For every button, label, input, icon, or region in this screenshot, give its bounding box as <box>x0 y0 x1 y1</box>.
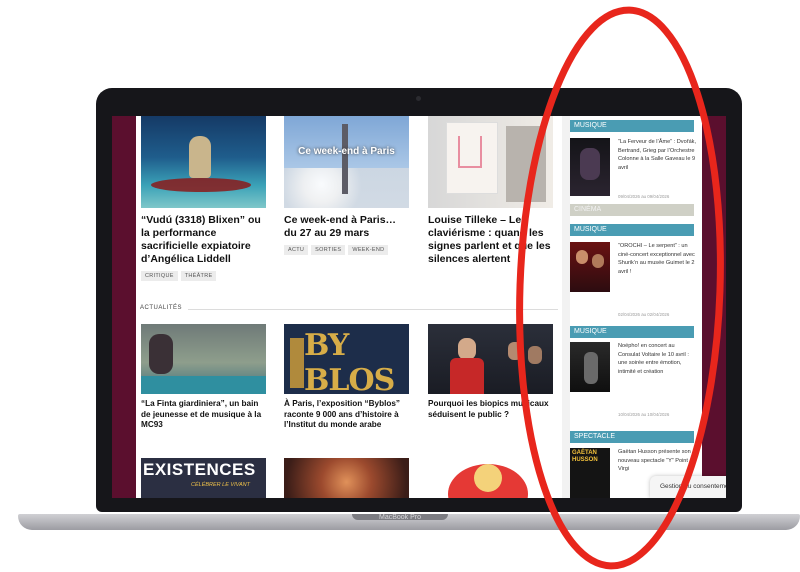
article-card[interactable] <box>428 458 553 498</box>
article-card[interactable] <box>284 458 409 498</box>
main-content: “Vudú (3318) Blixen” ou la performance s… <box>136 116 562 498</box>
article-card[interactable]: Louise Tilleke – Le claviérisme : quand … <box>428 116 553 266</box>
tag-label[interactable]: CRITIQUE <box>141 271 178 281</box>
agenda-title[interactable]: “La Ferveur de l’Âme” : Dvořák, Bertrand… <box>618 138 698 172</box>
tag-label[interactable]: ACTU <box>284 245 309 255</box>
thumbnail-caption: Ce week-end à Paris <box>298 146 395 157</box>
article-card[interactable]: BY BLOS À Paris, l’exposition “Byblos” r… <box>284 324 409 431</box>
agenda-thumbnail[interactable] <box>570 242 610 292</box>
thumbnail-caption: EXISTENCES <box>143 460 256 479</box>
agenda-title[interactable]: “OROCHI – Le serpent” : un ciné-concert … <box>618 242 698 276</box>
category-header[interactable]: CINÉMA <box>570 204 694 216</box>
tag-label[interactable]: WEEK-END <box>348 245 389 255</box>
agenda-date: 02/04/2026 au 02/04/2026 <box>618 312 670 317</box>
agenda-thumbnail[interactable]: GAËTAN HUSSON <box>570 448 610 498</box>
laptop-body: “Vudú (3318) Blixen” ou la performance s… <box>96 88 742 512</box>
agenda-date: 09/04/2026 au 09/04/2026 <box>618 194 670 199</box>
article-card[interactable]: Ce week-end à Paris Ce week-end à Paris…… <box>284 116 409 255</box>
article-thumbnail[interactable] <box>428 458 553 498</box>
article-card[interactable]: EXISTENCES CÉLÉBRER LE VIVANT <box>141 458 266 498</box>
browser-viewport: “Vudú (3318) Blixen” ou la performance s… <box>112 116 726 498</box>
section-divider <box>188 309 558 310</box>
article-thumbnail[interactable] <box>284 458 409 498</box>
sidebar-gutter <box>562 116 570 498</box>
category-header[interactable]: MUSIQUE <box>570 120 694 132</box>
agenda-thumbnail[interactable] <box>570 342 610 392</box>
article-thumbnail[interactable]: Ce week-end à Paris <box>284 116 409 208</box>
article-thumbnail[interactable] <box>141 116 266 208</box>
thumbnail-caption: BY BLOS <box>304 328 395 394</box>
category-header[interactable]: MUSIQUE <box>570 326 694 338</box>
tag-label[interactable]: SORTIES <box>311 245 346 255</box>
consent-management-button[interactable]: Gestion du consentement <box>650 476 726 498</box>
article-card[interactable]: “La Finta giardiniera”, un bain de jeune… <box>141 324 266 431</box>
article-title[interactable]: Pourquoi les biopics musicaux séduisent … <box>428 399 553 420</box>
agenda-title[interactable]: Gaëtan Husson présente son nouveau spect… <box>618 448 698 474</box>
section-heading: ACTUALITÉS <box>140 305 183 311</box>
thumbnail-subcaption: CÉLÉBRER LE VIVANT <box>191 482 250 488</box>
article-title[interactable]: “La Finta giardiniera”, un bain de jeune… <box>141 399 266 431</box>
camera-dot <box>416 96 421 101</box>
article-tags: ACTU SORTIES WEEK-END <box>284 245 409 255</box>
article-title[interactable]: Ce week-end à Paris… du 27 au 29 mars <box>284 214 409 240</box>
article-card[interactable]: “Vudú (3318) Blixen” ou la performance s… <box>141 116 266 281</box>
article-title[interactable]: Louise Tilleke – Le claviérisme : quand … <box>428 214 553 266</box>
article-thumbnail[interactable]: EXISTENCES CÉLÉBRER LE VIVANT <box>141 458 266 498</box>
agenda-thumb-caption: GAËTAN HUSSON <box>572 450 598 463</box>
article-title[interactable]: À Paris, l’exposition “Byblos” raconte 9… <box>284 399 409 431</box>
article-tags: CRITIQUE THÉÂTRE <box>141 271 266 281</box>
category-header[interactable]: MUSIQUE <box>570 224 694 236</box>
page-frame-right <box>702 116 726 498</box>
article-thumbnail[interactable] <box>141 324 266 394</box>
article-title[interactable]: “Vudú (3318) Blixen” ou la performance s… <box>141 214 266 266</box>
page-frame-left <box>112 116 136 498</box>
category-header[interactable]: SPECTACLE <box>570 431 694 443</box>
agenda-title[interactable]: Noépho! en concert au Consulat Voltaire … <box>618 342 698 376</box>
agenda-date: 10/04/2026 au 10/04/2026 <box>618 412 670 417</box>
article-thumbnail[interactable] <box>428 324 553 394</box>
article-thumbnail[interactable]: BY BLOS <box>284 324 409 394</box>
article-card[interactable]: Pourquoi les biopics musicaux séduisent … <box>428 324 553 420</box>
agenda-thumbnail[interactable] <box>570 138 610 196</box>
tag-label[interactable]: THÉÂTRE <box>180 271 217 281</box>
laptop-model-label: MacBook Pro <box>378 514 422 521</box>
article-thumbnail[interactable] <box>428 116 553 208</box>
agenda-sidebar: MUSIQUE “La Ferveur de l’Âme” : Dvořák, … <box>570 116 702 498</box>
